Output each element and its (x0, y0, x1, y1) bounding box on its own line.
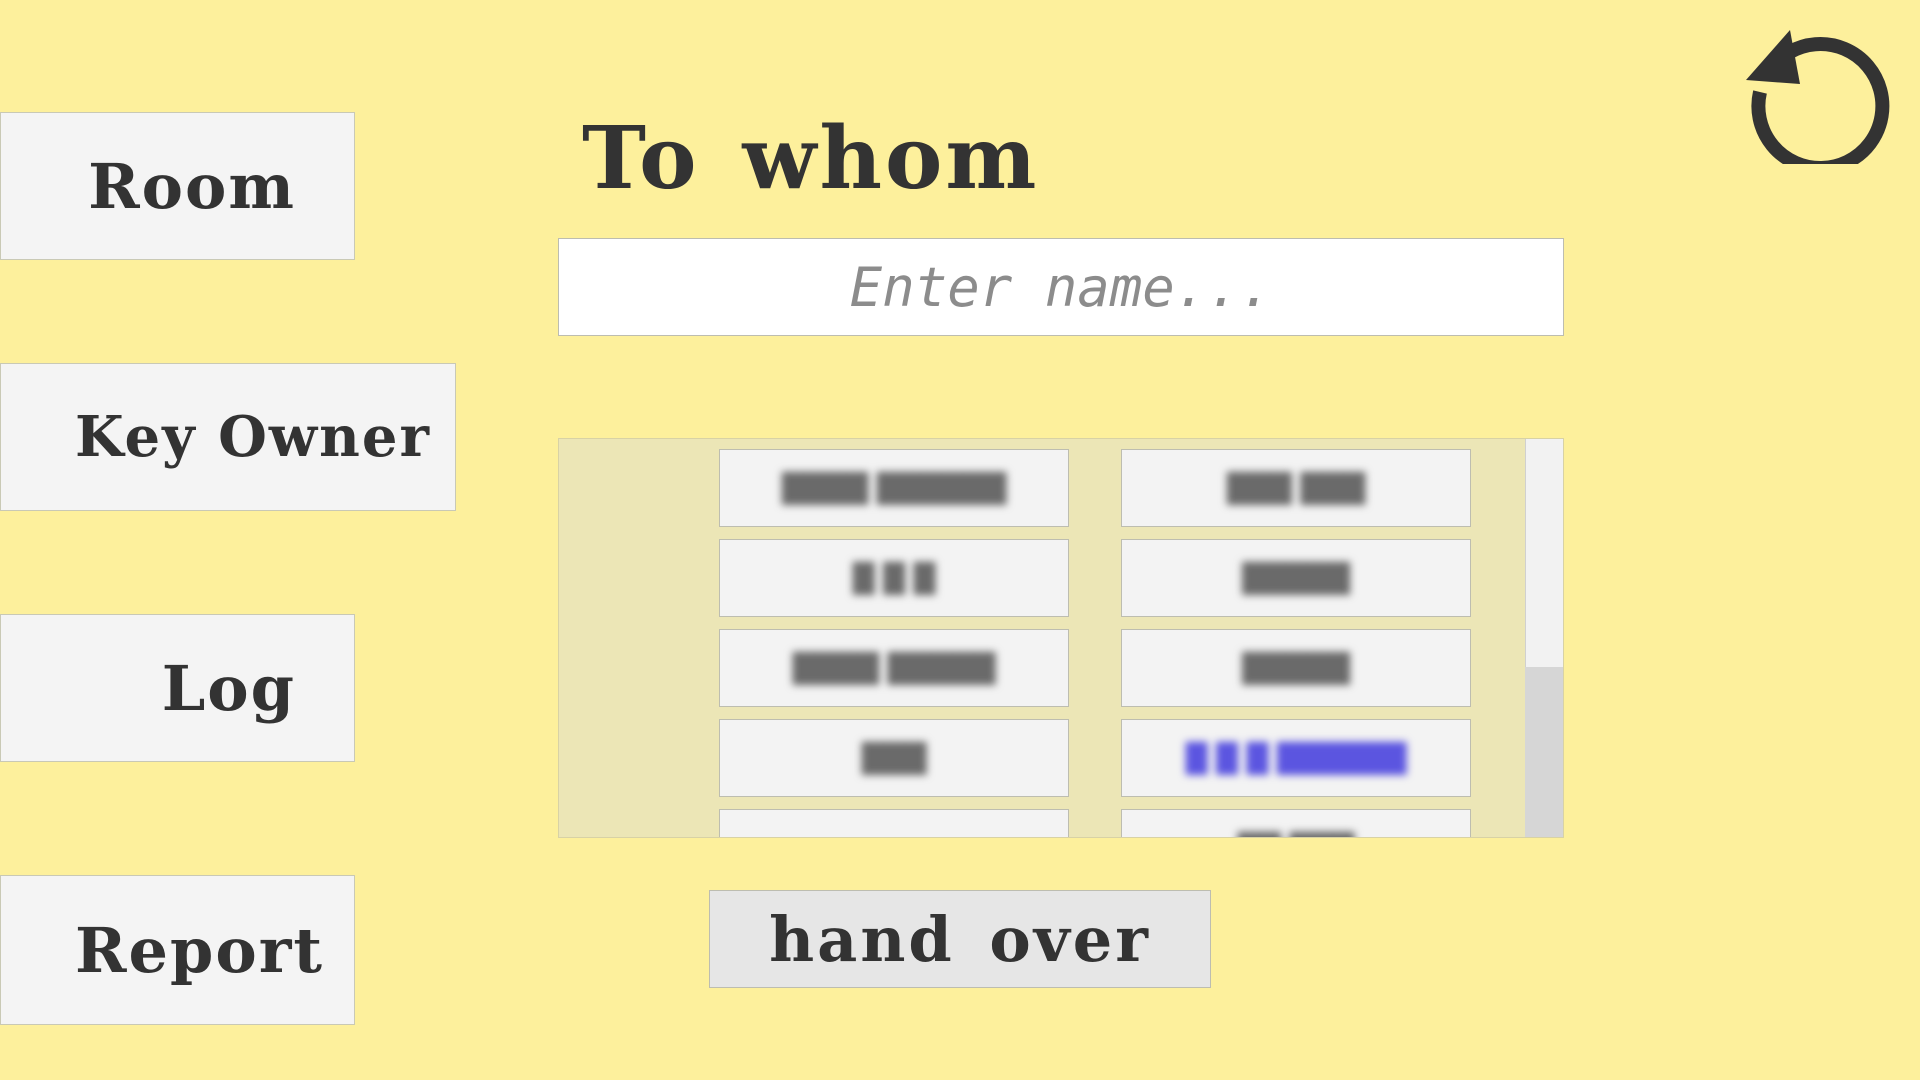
nav-room-button[interactable]: Room (0, 112, 355, 260)
name-list-item-label: █ █ █ (852, 561, 936, 595)
refresh-icon[interactable] (1738, 14, 1898, 176)
list-scrollbar-thumb[interactable] (1525, 667, 1563, 837)
name-list-item[interactable]: ████ █████ (719, 629, 1069, 707)
name-list-item[interactable]: █████ (1121, 539, 1471, 617)
hand-over-button[interactable]: hand over (709, 890, 1211, 988)
handover-screen: Room Key Owner Log Report To whom ████ █… (0, 0, 1920, 1080)
name-list-item-label: ███ (861, 741, 927, 775)
name-list-item[interactable]: █████ (1121, 629, 1471, 707)
nav-key-owner-button[interactable]: Key Owner (0, 363, 456, 511)
name-list-item[interactable]: ██ ███ (1121, 809, 1471, 838)
name-list-item-label: ████ █████ (792, 651, 996, 685)
name-list-item[interactable]: ███ (719, 719, 1069, 797)
name-list-item-label: ██ ███ (1238, 832, 1355, 838)
name-list-item-label: █████ (1242, 651, 1350, 685)
page-title: To whom (582, 108, 1040, 209)
name-list-item[interactable]: █ █ █ ██████ (1121, 719, 1471, 797)
name-list-item-label: ████ ██████ (781, 471, 1007, 505)
name-list-item[interactable]: █ █ █ (719, 539, 1069, 617)
name-list-item[interactable]: ████ ██████ (719, 449, 1069, 527)
nav-report-button[interactable]: Report (0, 875, 355, 1025)
name-list-item[interactable] (719, 809, 1069, 837)
list-scrollbar[interactable] (1525, 439, 1563, 837)
name-search-input[interactable] (558, 238, 1564, 336)
name-list-item-label: █████ (1242, 561, 1350, 595)
name-list-item[interactable]: ███ ███ (1121, 449, 1471, 527)
name-list-item-label: ███ ███ (1226, 471, 1366, 505)
name-list: ████ ██████ ███ ███ █ █ █ █████ ████ █████ ██… (558, 438, 1564, 838)
name-list-item-label: █ █ █ ██████ (1185, 741, 1407, 775)
nav-log-button[interactable]: Log (0, 614, 355, 762)
